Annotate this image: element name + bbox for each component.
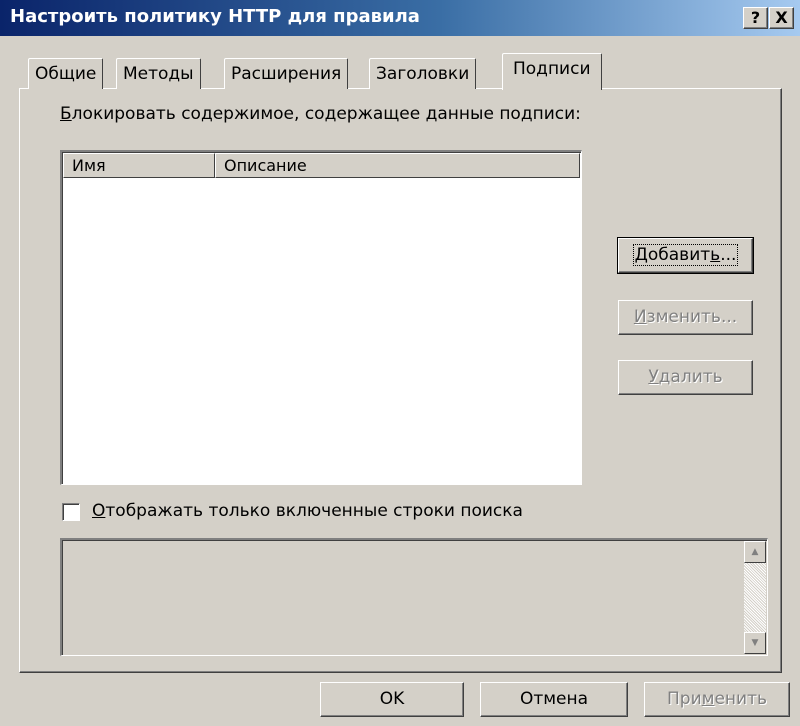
scroll-up-arrow-icon[interactable]: ▲: [744, 541, 766, 563]
column-header-name[interactable]: Имя: [63, 153, 215, 178]
close-button[interactable]: X: [769, 7, 794, 29]
enabled-only-label[interactable]: Отображать только включенные строки поис…: [92, 501, 523, 521]
apply-button[interactable]: Применить: [644, 682, 790, 717]
help-button[interactable]: ?: [743, 7, 768, 29]
column-header-description[interactable]: Описание: [215, 153, 580, 178]
tab-extensions[interactable]: Расширения: [224, 58, 349, 89]
signatures-group-label: Блокировать содержимое, содержащее данны…: [60, 104, 581, 124]
tab-signatures[interactable]: Подписи: [502, 53, 602, 90]
ok-button[interactable]: OK: [320, 682, 464, 717]
signature-details-box[interactable]: ▲ ▼: [60, 538, 768, 656]
tab-headers[interactable]: Заголовки: [369, 58, 477, 89]
tab-methods[interactable]: Методы: [116, 58, 201, 89]
edit-button[interactable]: Изменить...: [618, 300, 753, 335]
title-bar: Настроить политику HTTP для правила ? X: [0, 0, 800, 36]
signatures-list[interactable]: Имя Описание: [60, 150, 582, 485]
details-scrollbar[interactable]: ▲ ▼: [744, 541, 766, 654]
add-button[interactable]: Добавить...: [617, 237, 754, 274]
cancel-button[interactable]: Отмена: [480, 682, 628, 717]
enabled-only-checkbox[interactable]: [62, 503, 80, 521]
window-title: Настроить политику HTTP для правила: [10, 6, 420, 27]
scroll-down-arrow-icon[interactable]: ▼: [744, 632, 766, 654]
delete-button[interactable]: Удалить: [618, 360, 753, 395]
tab-general[interactable]: Общие: [28, 58, 104, 89]
